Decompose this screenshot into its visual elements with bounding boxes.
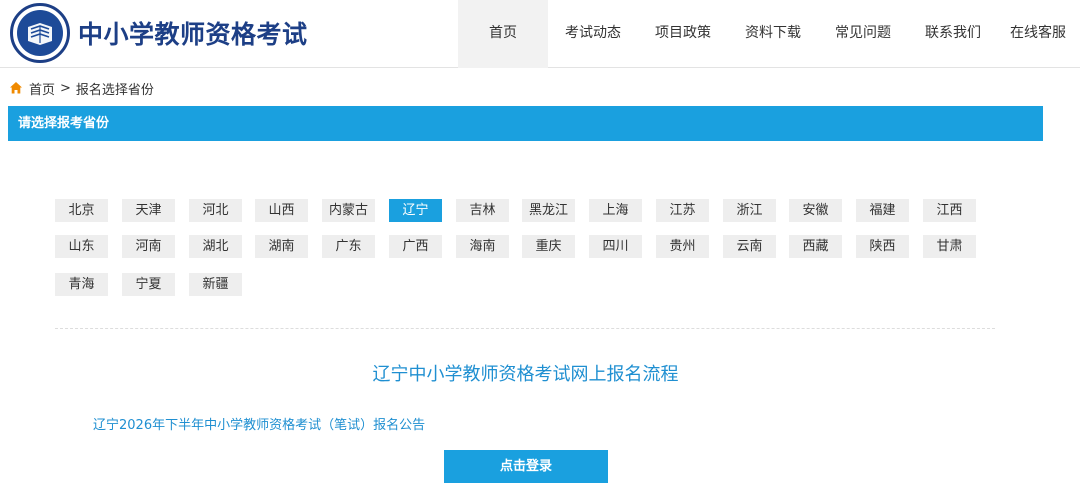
province-neimenggu[interactable]: 内蒙古 — [322, 199, 375, 222]
province-xinjiang[interactable]: 新疆 — [189, 273, 242, 296]
province-guangxi[interactable]: 广西 — [389, 235, 442, 258]
nav-home[interactable]: 首页 — [458, 0, 548, 68]
province-hunan[interactable]: 湖南 — [255, 235, 308, 258]
province-sichuan[interactable]: 四川 — [589, 235, 642, 258]
registration-flow-title: 辽宁中小学教师资格考试网上报名流程 — [372, 364, 679, 385]
school-emblem-icon — [10, 3, 70, 63]
province-hainan[interactable]: 海南 — [456, 235, 509, 258]
home-icon — [10, 82, 22, 94]
province-tianjin[interactable]: 天津 — [122, 199, 175, 222]
breadcrumb-current: 报名选择省份 — [75, 82, 154, 98]
breadcrumb-home[interactable]: 首页 — [29, 79, 55, 98]
province-fujian[interactable]: 福建 — [856, 199, 909, 222]
nav-contact[interactable]: 联系我们 — [908, 0, 998, 68]
nav-policy[interactable]: 项目政策 — [638, 0, 728, 68]
province-jilin[interactable]: 吉林 — [456, 199, 509, 222]
province-guangdong[interactable]: 广东 — [322, 235, 375, 258]
section-title: 请选择报考省份 — [8, 106, 1043, 141]
province-qinghai[interactable]: 青海 — [55, 273, 108, 296]
nav-online-service[interactable]: 在线客服 — [998, 0, 1078, 68]
province-heilongjiang[interactable]: 黑龙江 — [522, 199, 575, 222]
province-yunnan[interactable]: 云南 — [723, 235, 776, 258]
logo[interactable]: 中小学教师资格考试 — [10, 3, 308, 63]
breadcrumb-separator: > — [60, 80, 71, 96]
divider — [55, 328, 995, 329]
province-liaoning[interactable]: 辽宁 — [389, 199, 442, 222]
province-shandong[interactable]: 山东 — [55, 235, 108, 258]
nav-faq[interactable]: 常见问题 — [818, 0, 908, 68]
province-anhui[interactable]: 安徽 — [789, 199, 842, 222]
province-xizang[interactable]: 西藏 — [789, 235, 842, 258]
province-hebei[interactable]: 河北 — [189, 199, 242, 222]
province-beijing[interactable]: 北京 — [55, 199, 108, 222]
province-guizhou[interactable]: 贵州 — [656, 235, 709, 258]
province-shanghai[interactable]: 上海 — [589, 199, 642, 222]
login-button[interactable]: 点击登录 — [444, 450, 608, 483]
province-zhejiang[interactable]: 浙江 — [723, 199, 776, 222]
province-shaanxi[interactable]: 陕西 — [856, 235, 909, 258]
province-jiangsu[interactable]: 江苏 — [656, 199, 709, 222]
province-henan[interactable]: 河南 — [122, 235, 175, 258]
province-shanxi[interactable]: 山西 — [255, 199, 308, 222]
province-ningxia[interactable]: 宁夏 — [122, 273, 175, 296]
main-nav: 首页 考试动态 项目政策 资料下载 常见问题 联系我们 在线客服 — [458, 0, 1078, 68]
nav-downloads[interactable]: 资料下载 — [728, 0, 818, 68]
nav-exam-news[interactable]: 考试动态 — [548, 0, 638, 68]
registration-notice-link[interactable]: 辽宁2026年下半年中小学教师资格考试（笔试）报名公告 — [93, 414, 425, 433]
province-jiangxi[interactable]: 江西 — [923, 199, 976, 222]
site-title: 中小学教师资格考试 — [78, 20, 308, 49]
site-header: 中小学教师资格考试 首页 考试动态 项目政策 资料下载 常见问题 联系我们 在线… — [0, 0, 1080, 68]
breadcrumb: 首页 > 报名选择省份 — [9, 79, 154, 98]
province-chongqing[interactable]: 重庆 — [522, 235, 575, 258]
province-gansu[interactable]: 甘肃 — [923, 235, 976, 258]
province-hubei[interactable]: 湖北 — [189, 235, 242, 258]
